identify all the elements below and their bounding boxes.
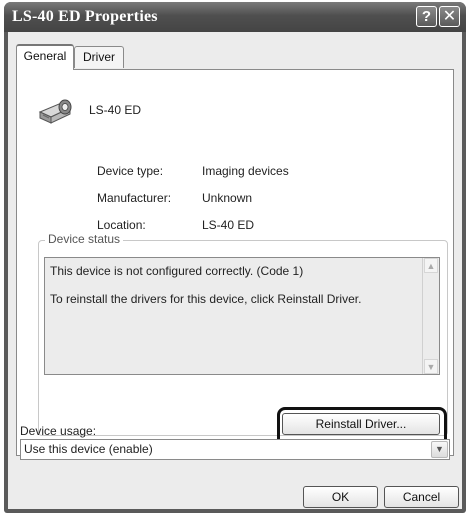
status-line-2: To reinstall the drivers for this device… (50, 292, 362, 306)
help-button[interactable]: ? (416, 6, 437, 27)
manufacturer-label: Manufacturer: (97, 191, 172, 205)
device-type-value: Imaging devices (202, 164, 289, 178)
scroll-up-arrow-icon[interactable]: ▲ (424, 258, 438, 273)
status-scrollbar[interactable]: ▲ ▼ (422, 258, 439, 374)
close-button[interactable]: ✕ (439, 6, 460, 27)
device-usage-select[interactable]: Use this device (enable) ▼ (20, 439, 450, 460)
general-tab-panel: LS-40 ED Device type: Imaging devices Ma… (16, 69, 454, 456)
chevron-down-icon[interactable]: ▼ (431, 441, 448, 458)
device-name: LS-40 ED (89, 103, 142, 117)
scroll-down-arrow-icon[interactable]: ▼ (424, 359, 438, 374)
device-status-legend: Device status (45, 232, 124, 246)
device-status-text[interactable]: This device is not configured correctly.… (44, 257, 440, 375)
status-line-1: This device is not configured correctly.… (50, 264, 304, 278)
device-usage-value: Use this device (enable) (24, 442, 153, 456)
title-bar[interactable]: LS-40 ED Properties ? ✕ (4, 2, 466, 32)
ok-button[interactable]: OK (303, 486, 378, 508)
location-value: LS-40 ED (202, 218, 255, 232)
cancel-button[interactable]: Cancel (384, 486, 459, 508)
location-label: Location: (97, 218, 146, 232)
device-usage-label: Device usage: (20, 424, 97, 438)
device-type-label: Device type: (97, 164, 164, 178)
properties-dialog: LS-40 ED Properties ? ✕ General Driver L… (4, 2, 466, 513)
window-title: LS-40 ED Properties (12, 8, 158, 25)
dialog-body: General Driver LS-40 ED Device type: Ima… (8, 32, 462, 509)
tab-general[interactable]: General (16, 44, 74, 70)
tab-driver[interactable]: Driver (74, 46, 124, 68)
scanner-icon (37, 98, 75, 126)
manufacturer-value: Unknown (202, 191, 253, 205)
